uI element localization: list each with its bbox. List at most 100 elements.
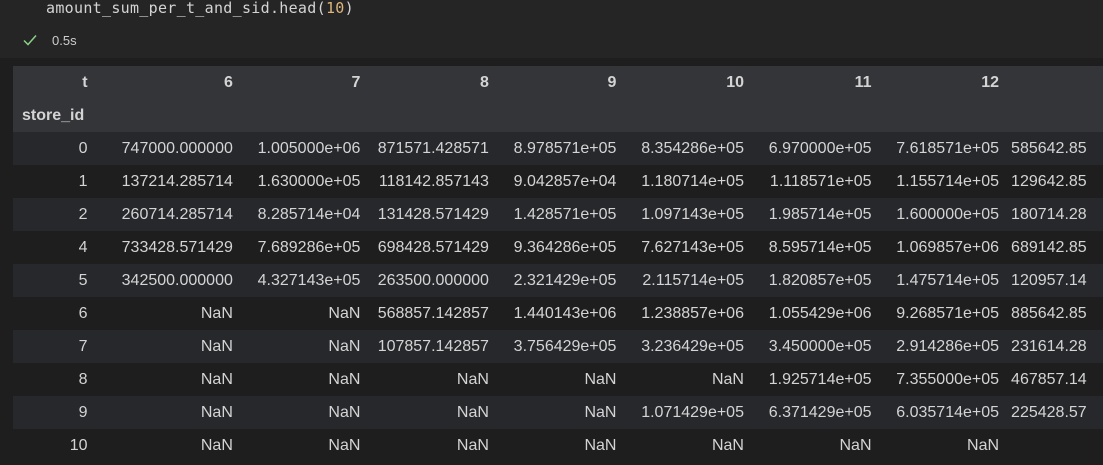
table-cell: 129642.85 (1011, 173, 1087, 190)
table-cell: 7.618571e+05 (896, 140, 1000, 157)
column-header: 6 (223, 74, 233, 91)
row-index: 6 (78, 305, 88, 322)
table-cell: 1.118571e+05 (769, 173, 872, 190)
table-cell: 747000.000000 (121, 140, 233, 157)
table-cell: NaN (200, 437, 233, 454)
table-cell: 225428.57 (1011, 404, 1087, 421)
table-cell: NaN (584, 437, 617, 454)
table-cell: 568857.142857 (377, 305, 489, 322)
column-header-row: t 6 7 8 9 10 11 12 (13, 66, 1103, 99)
table-cell: 1.005000e+06 (257, 140, 361, 157)
table-cell: 2.321429e+05 (513, 272, 617, 289)
table-cell: NaN (967, 437, 1000, 454)
table-cell: 1.238857e+06 (641, 305, 744, 322)
table-cell: NaN (839, 437, 872, 454)
table-cell: NaN (328, 437, 361, 454)
check-icon (23, 35, 37, 46)
table-cell: 1.630000e+05 (257, 173, 361, 190)
table-cell: 342500.000000 (121, 272, 233, 289)
execution-time: 0.5s (52, 32, 77, 48)
table-cell: NaN (456, 404, 489, 421)
table-cell: 1.600000e+05 (896, 206, 1000, 223)
table-cell: 3.756429e+05 (513, 338, 617, 355)
table-cell: 231614.28 (1011, 338, 1087, 355)
table-cell: 885642.85 (1011, 305, 1087, 322)
row-index: 4 (78, 239, 88, 256)
table-cell: 6.035714e+05 (896, 404, 1000, 421)
table-cell: 1.071429e+05 (641, 404, 744, 421)
index-name: store_id (22, 107, 85, 124)
table-cell: 6.371429e+05 (768, 404, 872, 421)
table-cell: 9.364286e+05 (513, 239, 617, 256)
table-cell: 698428.571429 (377, 239, 489, 256)
row-index: 2 (78, 206, 88, 223)
table-row: 4 733428.571429 7.689286e+05 698428.571429 9… (13, 231, 1103, 264)
table-cell (1005, 429, 1103, 462)
table-cell: 131428.571429 (377, 206, 489, 223)
table-cell: 180714.28 (1011, 206, 1087, 223)
table-cell: 1.820857e+05 (768, 272, 872, 289)
table-cell: NaN (328, 371, 361, 388)
table-row: 8 NaN NaN NaN NaN NaN 1.925714e+05 7.355000e+05… (13, 363, 1103, 396)
table-cell: 107857.142857 (377, 338, 489, 355)
table-body: 0 747000.000000 1.005000e+06 871571.428571 8… (13, 132, 1103, 462)
table-cell: 689142.85 (1011, 239, 1087, 256)
table-cell: 1.440143e+06 (513, 305, 617, 322)
row-index: 7 (78, 338, 88, 355)
table-row: 0 747000.000000 1.005000e+06 871571.428571 8… (13, 132, 1103, 165)
row-index: 8 (78, 371, 88, 388)
table-cell: 1.055429e+06 (768, 305, 872, 322)
column-header: 12 (981, 74, 1000, 91)
table-cell: 6.970000e+05 (768, 140, 872, 157)
table-cell: 137214.285714 (121, 173, 233, 190)
table-cell: NaN (328, 305, 361, 322)
row-index: 1 (78, 173, 88, 190)
table-cell: 7.627143e+05 (641, 239, 744, 256)
row-index: 0 (78, 140, 88, 157)
table-cell: 1.475714e+05 (896, 272, 1000, 289)
table-cell: 8.285714e+04 (257, 206, 361, 223)
table-cell: 8.354286e+05 (641, 140, 744, 157)
table-cell: 7.355000e+05 (896, 371, 1000, 388)
table-cell: 1.925714e+05 (768, 371, 872, 388)
table-cell: 4.327143e+05 (257, 272, 361, 289)
table-cell: NaN (456, 437, 489, 454)
table-cell: NaN (200, 338, 233, 355)
table-row: 1 137214.285714 1.630000e+05 118142.857143 9… (13, 165, 1103, 198)
table-cell: 1.097143e+05 (641, 206, 744, 223)
table-cell: NaN (200, 305, 233, 322)
table-row: 10 NaN NaN NaN NaN NaN NaN NaN (13, 429, 1103, 462)
code-argument: 10 (325, 0, 345, 17)
table-cell: NaN (584, 404, 617, 421)
table-cell: NaN (200, 371, 233, 388)
table-cell: 871571.428571 (377, 140, 489, 157)
table-cell: 9.042857e+04 (513, 173, 617, 190)
table-cell: 1.180714e+05 (641, 173, 744, 190)
code-line[interactable]: amount_sum_per_t_and_sid.head(10) (46, 0, 354, 17)
table-row: 7 NaN NaN 107857.142857 3.756429e+05 3.236429… (13, 330, 1103, 363)
row-index: 10 (69, 437, 88, 454)
table-row: 6 NaN NaN 568857.142857 1.440143e+06 1.238857… (13, 297, 1103, 330)
table-cell: NaN (711, 371, 744, 388)
column-header: 10 (726, 74, 744, 91)
column-axis-name: t (82, 74, 88, 91)
dataframe-table: t 6 7 8 9 10 11 12 store_id 0 747000.000000 1.00… (13, 66, 1103, 462)
table-cell: 120957.14 (1011, 272, 1087, 289)
table-cell: 2.115714e+05 (642, 272, 744, 289)
table-cell: 733428.571429 (121, 239, 233, 256)
table-row: 2 260714.285714 8.285714e+04 131428.571429 1… (13, 198, 1103, 231)
table-cell: 263500.000000 (377, 272, 489, 289)
table-cell: 8.978571e+05 (513, 140, 617, 157)
table-cell: 1.069857e+06 (896, 239, 1000, 256)
index-name-row: store_id (13, 99, 1103, 132)
table-cell: 8.595714e+05 (768, 239, 872, 256)
row-index: 9 (78, 404, 88, 421)
table-cell: 260714.285714 (121, 206, 233, 223)
code-cell[interactable]: amount_sum_per_t_and_sid.head(10) 0.5s (0, 0, 1103, 58)
table-cell: 118142.857143 (378, 173, 489, 190)
column-header: 11 (854, 74, 872, 91)
table-cell: 3.236429e+05 (641, 338, 744, 355)
code-call: amount_sum_per_t_and_sid.head( (46, 0, 326, 17)
column-header (1005, 66, 1103, 99)
output-area[interactable]: t 6 7 8 9 10 11 12 store_id 0 747000.000000 1.00… (13, 66, 1103, 465)
